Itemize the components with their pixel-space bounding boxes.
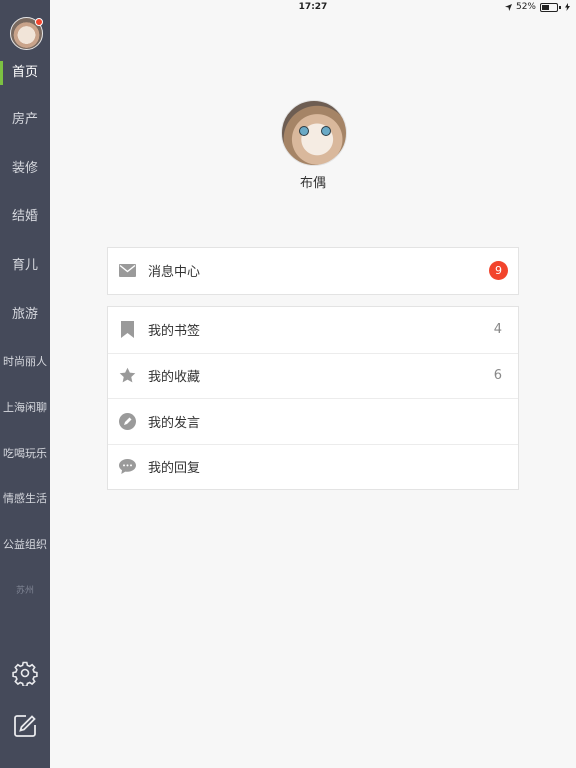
sidebar-item[interactable]: 时尚丽人 — [0, 344, 50, 380]
messages-card: 消息中心 9 — [107, 247, 519, 295]
sidebar-item[interactable]: 公益组织 — [0, 527, 50, 563]
profile-name: 布偶 — [299, 176, 326, 191]
my-menu-card: 我的书签 4 我的收藏 6 我的发言 我的回复 — [107, 306, 519, 490]
sidebar-item[interactable]: 首页 — [0, 55, 50, 91]
location-arrow-icon — [504, 3, 512, 11]
profile-avatar[interactable] — [281, 100, 347, 166]
sidebar-item[interactable]: 结婚 — [0, 199, 50, 235]
sidebar-item[interactable]: 旅游 — [0, 297, 50, 333]
status-indicators: 52% — [504, 2, 570, 12]
battery-percent: 52% — [515, 2, 536, 12]
pencil-icon — [119, 412, 136, 430]
menu-label: 我的书签 — [148, 324, 201, 340]
status-time: 17:27 — [298, 2, 328, 12]
bookmark-icon — [119, 321, 136, 339]
avatar-eye-right — [321, 126, 331, 136]
menu-count: 6 — [493, 368, 502, 384]
sidebar-item[interactable]: 上海闲聊 — [0, 390, 50, 426]
sidebar-item[interactable]: 吃喝玩乐 — [0, 436, 50, 472]
sidebar-item[interactable]: 情感生活 — [0, 481, 50, 517]
menu-label: 我的回复 — [148, 461, 201, 477]
gear-icon[interactable] — [12, 660, 38, 686]
menu-label: 我的收藏 — [148, 370, 201, 386]
menu-row-bookmarks[interactable]: 我的书签 4 — [108, 307, 518, 353]
avatar-eye-left — [299, 126, 309, 136]
sidebar-item[interactable]: 房产 — [0, 102, 50, 138]
unread-badge: 9 — [489, 261, 508, 281]
star-icon — [119, 367, 136, 384]
envelope-icon — [119, 262, 136, 279]
sidebar-item[interactable]: 苏州 — [0, 573, 50, 609]
user-avatar[interactable] — [10, 17, 43, 50]
chat-bubble-icon — [119, 458, 136, 475]
battery-tip — [559, 5, 561, 9]
message-center-label: 消息中心 — [148, 265, 201, 281]
charging-icon — [565, 3, 570, 11]
battery-icon — [540, 2, 558, 12]
menu-row-favorites[interactable]: 我的收藏 6 — [108, 352, 518, 399]
message-center-row[interactable]: 消息中心 9 — [108, 248, 518, 294]
sidebar: 首页 房产 装修 结婚 育儿 旅游 时尚丽人 上海闲聊 吃喝玩乐 情感生活 公益组织 苏州 — [0, 0, 50, 768]
menu-row-posts[interactable]: 我的发言 — [108, 398, 518, 444]
sidebar-item[interactable]: 育儿 — [0, 248, 50, 284]
status-bar: 17:27 52% — [50, 0, 576, 15]
menu-row-replies[interactable]: 我的回复 — [108, 443, 518, 490]
compose-icon[interactable] — [12, 713, 38, 739]
notification-dot — [35, 18, 43, 26]
menu-count: 4 — [493, 322, 502, 338]
menu-label: 我的发言 — [148, 415, 201, 431]
